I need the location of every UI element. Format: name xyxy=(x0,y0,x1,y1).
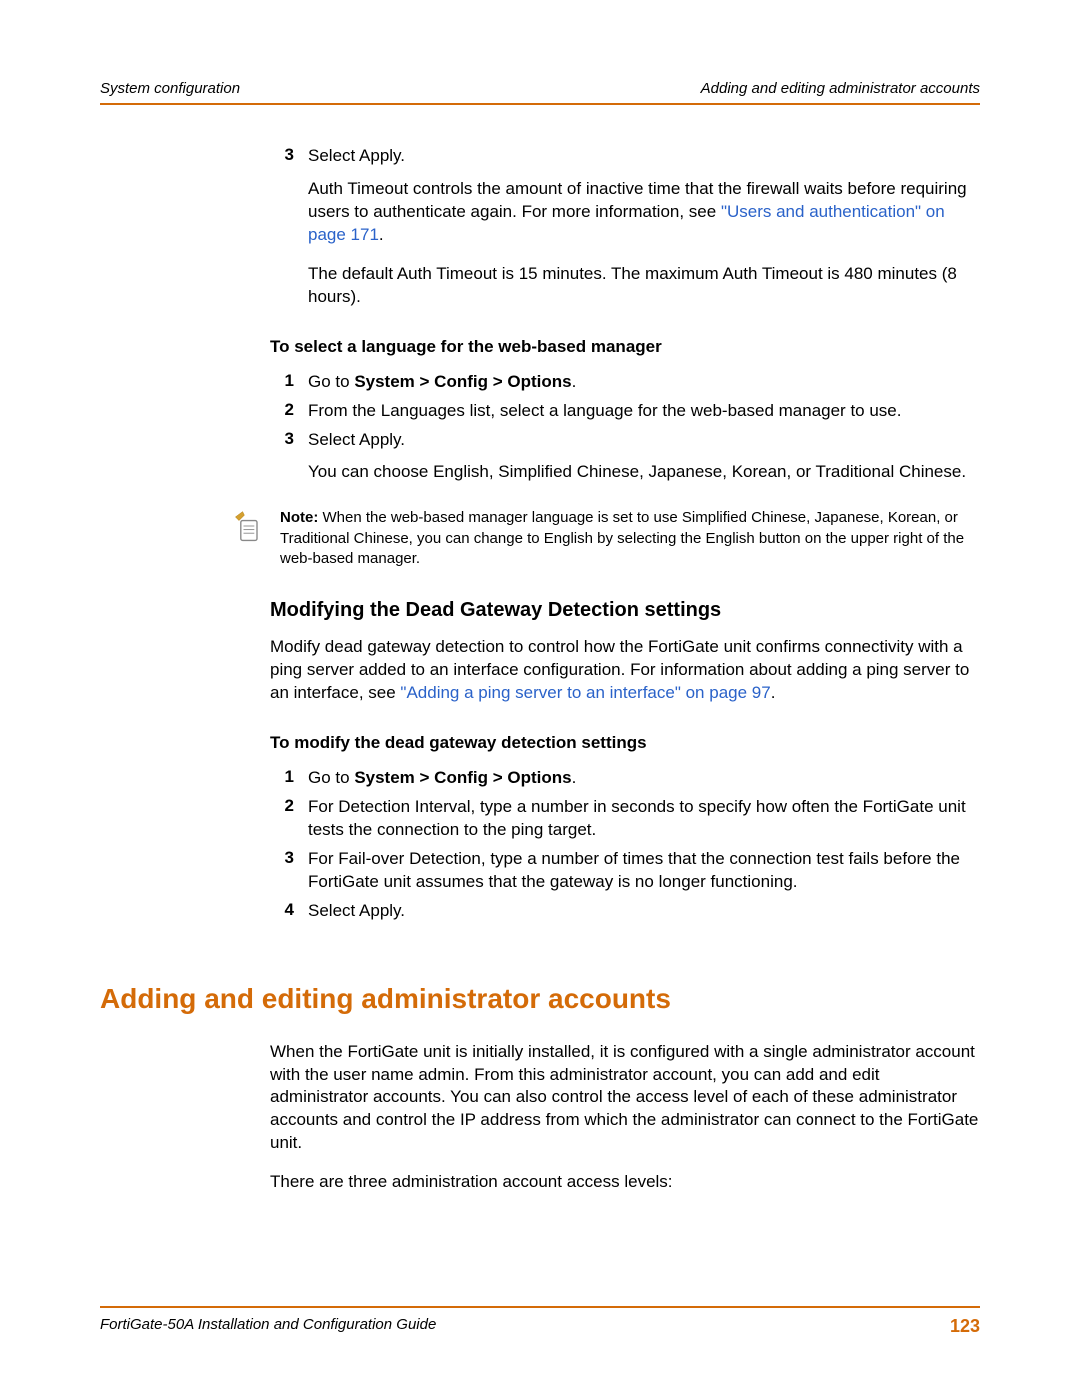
paragraph-lang-choices: You can choose English, Simplified Chine… xyxy=(308,461,980,484)
step-number: 2 xyxy=(270,400,294,423)
step-text: Select Apply. xyxy=(308,429,405,452)
link-ping-server[interactable]: "Adding a ping server to an interface" o… xyxy=(400,683,770,702)
running-header: System configuration Adding and editing … xyxy=(100,80,980,105)
step-text: For Fail-over Detection, type a number o… xyxy=(308,848,980,894)
paragraph-admin-levels: There are three administration account a… xyxy=(270,1171,980,1194)
step-number: 3 xyxy=(270,145,294,168)
paragraph-default-timeout: The default Auth Timeout is 15 minutes. … xyxy=(308,263,980,309)
page-number: 123 xyxy=(950,1316,980,1337)
subhead-language: To select a language for the web-based m… xyxy=(270,337,980,357)
paragraph-dead-gw-intro: Modify dead gateway detection to control… xyxy=(270,636,980,705)
subhead-dead-gw: To modify the dead gateway detection set… xyxy=(270,733,980,753)
running-footer: FortiGate-50A Installation and Configura… xyxy=(100,1306,980,1337)
step-text: Go to System > Config > Options. xyxy=(308,767,576,790)
step-number: 3 xyxy=(270,429,294,452)
step-number: 2 xyxy=(270,796,294,842)
note-text: Note: When the web-based manager languag… xyxy=(280,508,980,569)
paragraph-auth-timeout: Auth Timeout controls the amount of inac… xyxy=(308,178,980,247)
step-text: Go to System > Config > Options. xyxy=(308,371,576,394)
step-text: Select Apply. xyxy=(308,900,405,923)
step-number: 1 xyxy=(270,371,294,394)
step-number: 4 xyxy=(270,900,294,923)
step-text: From the Languages list, select a langua… xyxy=(308,400,901,423)
paragraph-admin-intro: When the FortiGate unit is initially ins… xyxy=(270,1041,980,1156)
header-left: System configuration xyxy=(100,80,240,97)
step-text: Select Apply. xyxy=(308,145,405,168)
step-number: 3 xyxy=(270,848,294,894)
footer-title: FortiGate-50A Installation and Configura… xyxy=(100,1316,436,1337)
note-block: Note: When the web-based manager languag… xyxy=(230,508,980,569)
step-text: For Detection Interval, type a number in… xyxy=(308,796,980,842)
heading-dead-gateway: Modifying the Dead Gateway Detection set… xyxy=(270,599,980,622)
note-icon xyxy=(230,508,270,549)
step-number: 1 xyxy=(270,767,294,790)
header-right: Adding and editing administrator account… xyxy=(701,80,980,97)
heading-admin-accounts: Adding and editing administrator account… xyxy=(100,983,980,1015)
